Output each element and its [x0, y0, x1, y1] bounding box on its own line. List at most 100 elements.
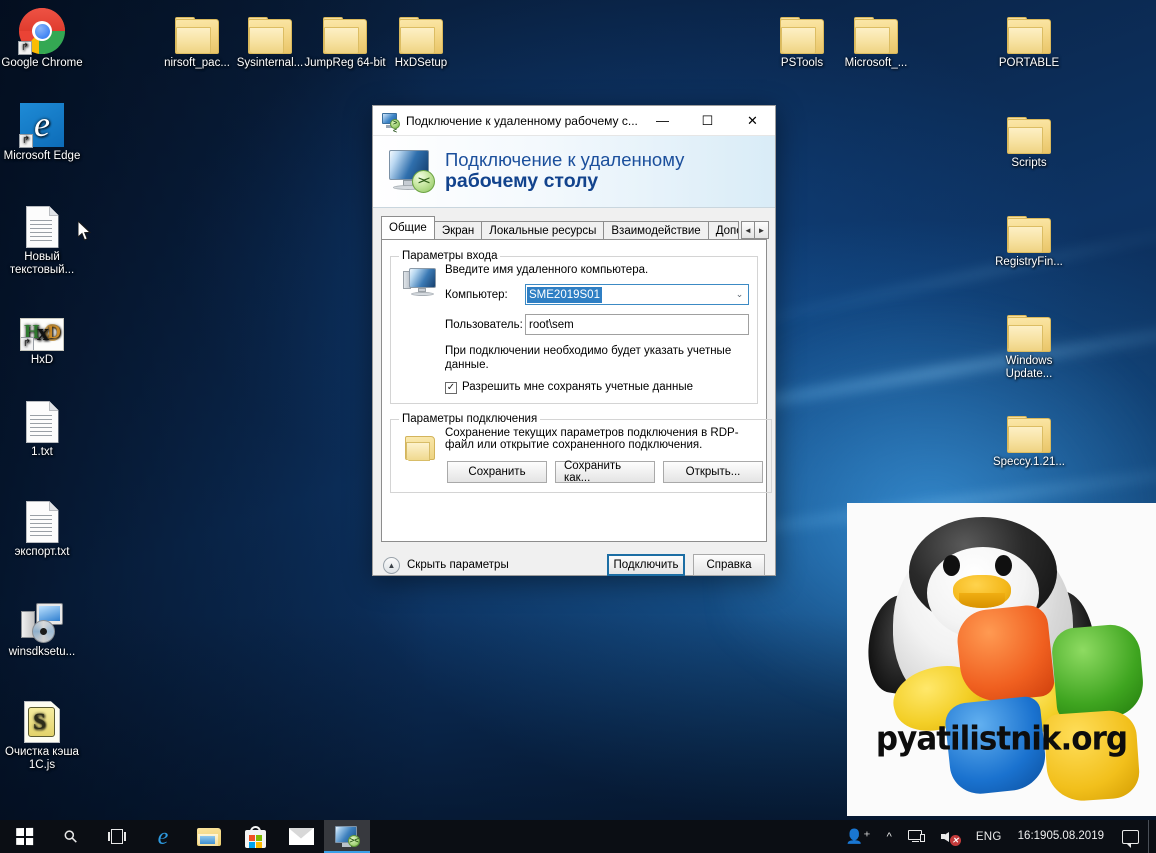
chevron-down-icon[interactable]: ⌄	[731, 289, 748, 300]
hide-parameters-label[interactable]: Скрыть параметры	[407, 559, 509, 571]
dialog-footer: ▲ Скрыть параметры Подключить Справка	[373, 542, 775, 588]
desktop-icon-winsdksetup[interactable]: winsdksetu...	[0, 593, 84, 659]
desktop-icon-nirsoft-pac[interactable]: nirsoft_pac...	[155, 4, 239, 70]
system-tray[interactable]: 👤⁺ ^ ✕ ENG 16:19 05.08.2019	[838, 820, 1156, 853]
edge-button[interactable]: e	[140, 820, 186, 853]
tab-experience[interactable]: Взаимодействие	[603, 221, 709, 241]
desktop-icon-sysinternals[interactable]: Sysinternal...	[228, 4, 312, 70]
desktop-icon-scripts[interactable]: Scripts	[987, 104, 1071, 170]
folder-icon	[399, 425, 445, 483]
help-button[interactable]: Справка	[693, 554, 765, 576]
allow-save-credentials-row[interactable]: ✓ Разрешить мне сохранять учетные данные	[445, 381, 749, 394]
tab-display[interactable]: Экран	[433, 221, 483, 241]
computer-input-value[interactable]: SME2019S01	[527, 286, 602, 303]
remote-desktop-large-icon: ><	[385, 148, 439, 196]
search-button[interactable]: ⚲	[48, 820, 94, 853]
desktop-icon-label: PORTABLE	[998, 57, 1060, 69]
folder-icon	[760, 4, 844, 54]
save-button[interactable]: Сохранить	[447, 461, 547, 483]
microsoft-store-button[interactable]	[232, 820, 278, 853]
save-as-button[interactable]: Сохранить как...	[555, 460, 655, 484]
folder-icon	[834, 4, 918, 54]
desktop-icon-label: Microsoft Edge	[3, 150, 81, 162]
tab-local-resources[interactable]: Локальные ресурсы	[481, 221, 605, 241]
desktop-icon-hxdsetup[interactable]: HxDSetup	[379, 4, 463, 70]
desktop-icon-label: Microsoft_...	[844, 57, 908, 69]
tab-advanced[interactable]: Дополни	[707, 221, 739, 241]
desktop-icon-hxd[interactable]: HDx ↱ HxD	[0, 301, 84, 367]
desktop-icon-microsoft-edge[interactable]: e ↱ Microsoft Edge	[0, 97, 84, 163]
search-icon: ⚲	[59, 825, 82, 848]
tab-general[interactable]: Общие	[381, 216, 435, 239]
volume-muted-icon[interactable]: ✕	[933, 820, 968, 853]
dialog-tabs[interactable]: Общие Экран Локальные ресурсы Взаимодейс…	[381, 216, 769, 241]
action-center-button[interactable]	[1112, 820, 1148, 853]
desktop-icon-new-text-document[interactable]: Новый текстовый...	[0, 198, 84, 277]
logon-instruction: Введите имя удаленного компьютера.	[445, 264, 649, 276]
desktop-icon-label: nirsoft_pac...	[164, 57, 230, 69]
mail-envelope-icon	[288, 828, 314, 845]
text-file-icon	[0, 393, 84, 443]
edge-icon: e	[157, 823, 169, 850]
desktop-icon-label: HxDSetup	[394, 57, 448, 69]
connect-button[interactable]: Подключить	[607, 554, 685, 576]
language-indicator[interactable]: ENG	[968, 820, 1010, 853]
edge-icon: e ↱	[0, 97, 84, 148]
user-input-value[interactable]: root\sem	[525, 314, 749, 335]
desktop-icon-label: Windows Update...	[1005, 355, 1053, 380]
mute-badge-icon: ✕	[949, 835, 961, 846]
task-view-button[interactable]	[94, 820, 140, 853]
desktop-icon-pstools[interactable]: PSTools	[760, 4, 844, 70]
store-bag-icon	[244, 825, 266, 848]
folder-icon	[228, 4, 312, 54]
desktop-icon-registryfinder[interactable]: RegistryFin...	[987, 203, 1071, 269]
chrome-icon: ↱	[0, 4, 84, 55]
desktop-icon-windows-update[interactable]: Windows Update...	[987, 302, 1071, 381]
desktop-icon-export-txt[interactable]: экспорт.txt	[0, 493, 84, 559]
file-explorer-button[interactable]	[186, 820, 232, 853]
tab-scroll-right-icon[interactable]: ►	[755, 221, 769, 239]
open-button[interactable]: Открыть...	[663, 461, 763, 483]
remote-desktop-button[interactable]: ><	[324, 820, 370, 853]
credentials-note: При подключении необходимо будет указать…	[445, 345, 732, 371]
desktop-icon-label: JumpReg 64-bit	[304, 57, 386, 69]
desktop-icon-1-txt[interactable]: 1.txt	[0, 393, 84, 459]
desktop-icon-label: HxD	[30, 354, 54, 366]
taskbar[interactable]: ⚲ e >< 👤⁺ ^ ✕ ENG 16:19 05.08.2019	[0, 820, 1156, 853]
setup-installer-icon	[0, 593, 84, 643]
desktop-icon-portable[interactable]: PORTABLE	[987, 4, 1071, 70]
clock[interactable]: 16:19 05.08.2019	[1010, 820, 1112, 853]
hide-parameters-toggle[interactable]: ▲ Скрыть параметры	[383, 556, 509, 574]
desktop-icon-jumpreg-64-bit[interactable]: JumpReg 64-bit	[303, 4, 387, 70]
tab-scroll-left-icon[interactable]: ◄	[741, 221, 755, 239]
dialog-titlebar[interactable]: >< Подключение к удаленному рабочему с..…	[373, 106, 775, 136]
desktop-icon-speccy[interactable]: Speccy.1.21...	[987, 403, 1071, 469]
watermark-text: pyatilistnik.org	[875, 720, 1128, 758]
close-button[interactable]: ✕	[730, 106, 775, 135]
minimize-button[interactable]: —	[640, 106, 685, 135]
start-button[interactable]	[0, 820, 48, 853]
chevron-up-circle-icon[interactable]: ▲	[383, 556, 400, 574]
remote-desktop-icon: ><	[382, 112, 400, 135]
desktop-icon-label: Scripts	[1011, 157, 1047, 169]
allow-save-credentials-label[interactable]: Разрешить мне сохранять учетные данные	[462, 381, 693, 393]
clock-date: 05.08.2019	[1046, 830, 1104, 842]
maximize-button[interactable]: ☐	[685, 106, 730, 135]
desktop-icon-google-chrome[interactable]: ↱ Google Chrome	[0, 4, 84, 70]
desktop-icon-microsoft[interactable]: Microsoft_...	[834, 4, 918, 70]
remote-desktop-icon: ><	[334, 825, 360, 848]
site-watermark-image: pyatilistnik.org	[847, 503, 1156, 816]
people-icon[interactable]: 👤⁺	[838, 820, 879, 853]
desktop-icon-ochistka-kesha-1c-js[interactable]: S Очистка кэша 1C.js	[0, 693, 84, 772]
tab-scroll-buttons[interactable]: ◄ ►	[741, 221, 769, 239]
header-line-1: Подключение к удаленному	[445, 149, 685, 171]
mail-button[interactable]	[278, 820, 324, 853]
network-icon[interactable]	[900, 820, 933, 853]
show-desktop-button[interactable]	[1148, 820, 1154, 853]
desktop-icon-label: PSTools	[780, 57, 824, 69]
allow-save-credentials-checkbox[interactable]: ✓	[445, 382, 457, 394]
action-center-icon	[1121, 829, 1139, 848]
remote-desktop-connection-dialog[interactable]: >< Подключение к удаленному рабочему с..…	[372, 105, 776, 576]
computer-combobox[interactable]: SME2019S01 ⌄	[525, 284, 749, 305]
chevron-up-icon[interactable]: ^	[879, 820, 900, 853]
